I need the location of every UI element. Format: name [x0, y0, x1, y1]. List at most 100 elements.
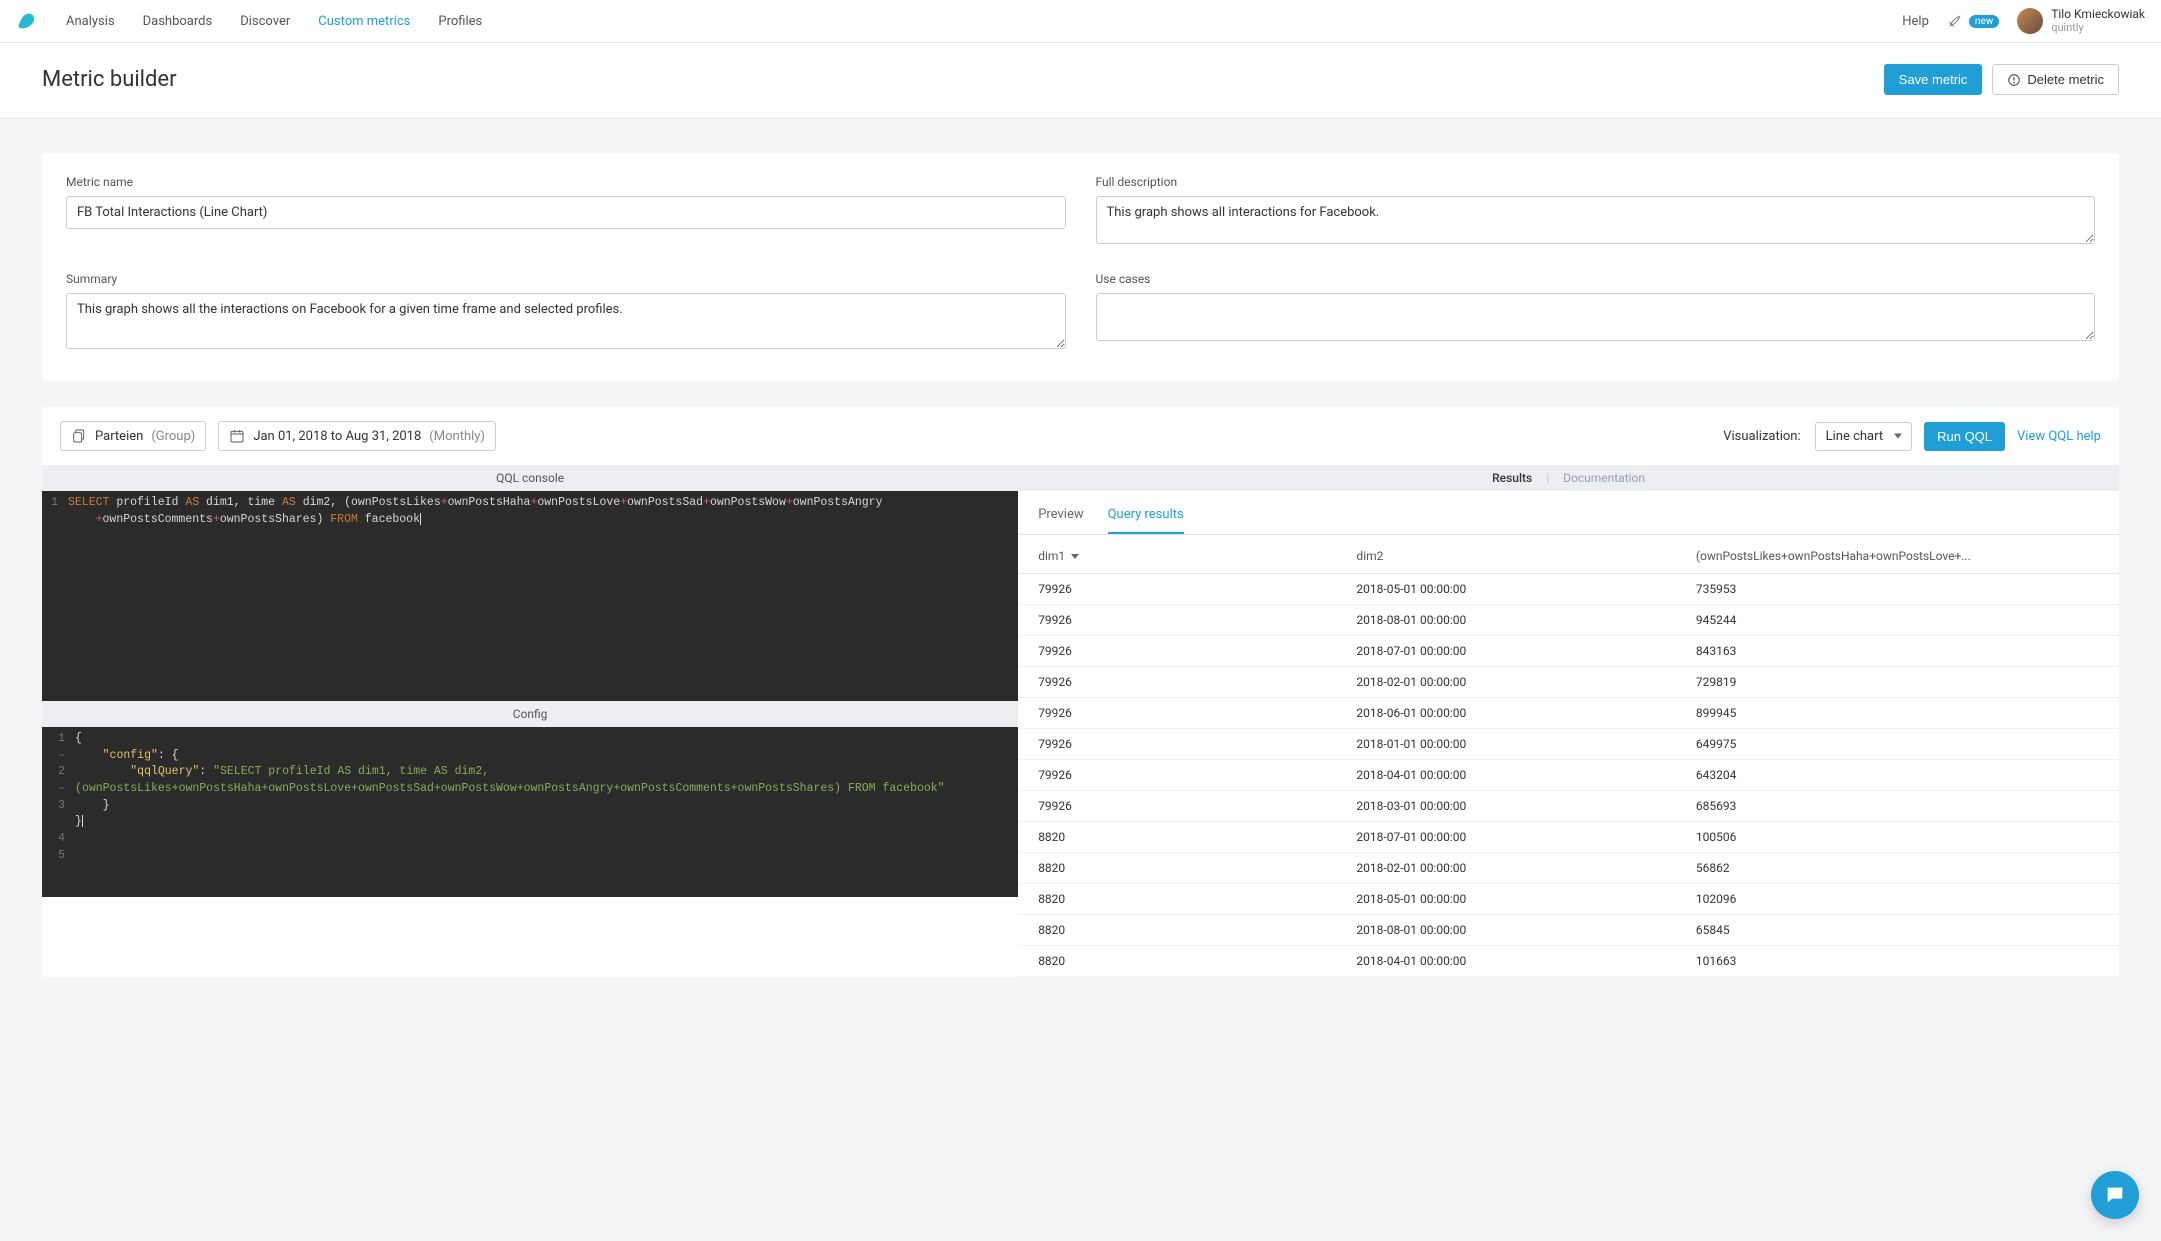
- tab-preview[interactable]: Preview: [1038, 501, 1083, 534]
- table-cell: 65845: [1696, 923, 2099, 937]
- qql-editor[interactable]: 1 SELECT profileId AS dim1, time AS dim2…: [42, 491, 1018, 701]
- nav-link-dashboards[interactable]: Dashboards: [143, 14, 213, 29]
- table-cell: 8820: [1038, 923, 1356, 937]
- delete-metric-button[interactable]: Delete metric: [1992, 64, 2119, 95]
- table-cell: 2018-01-01 00:00:00: [1356, 737, 1695, 751]
- summary-label: Summary: [66, 272, 1066, 286]
- date-range: Jan 01, 2018 to Aug 31, 2018: [253, 429, 421, 444]
- table-row: 799262018-08-01 00:00:00945244: [1018, 605, 2119, 636]
- page-title: Metric builder: [42, 67, 177, 92]
- nav-link-analysis[interactable]: Analysis: [66, 14, 115, 29]
- calendar-icon: [229, 428, 245, 444]
- table-cell: 899945: [1696, 706, 2099, 720]
- profile-group-chip[interactable]: Parteien (Group): [60, 421, 206, 451]
- nav-links: Analysis Dashboards Discover Custom metr…: [66, 14, 482, 29]
- run-qql-button[interactable]: Run QQL: [1924, 422, 2005, 451]
- config-header: Config: [42, 701, 1018, 727]
- col-dim1[interactable]: dim1: [1038, 549, 1356, 563]
- usecases-label: Use cases: [1096, 272, 2096, 286]
- table-row: 88202018-04-01 00:00:00101663: [1018, 946, 2119, 977]
- new-badge: new: [1969, 15, 1999, 28]
- col-dim2[interactable]: dim2: [1356, 549, 1695, 563]
- table-row: 799262018-04-01 00:00:00643204: [1018, 760, 2119, 791]
- date-interval: (Monthly): [429, 429, 485, 444]
- table-row: 799262018-07-01 00:00:00843163: [1018, 636, 2119, 667]
- table-row: 88202018-05-01 00:00:00102096: [1018, 884, 2119, 915]
- table-cell: 2018-08-01 00:00:00: [1356, 923, 1695, 937]
- table-cell: 79926: [1038, 644, 1356, 658]
- description-input[interactable]: This graph shows all interactions for Fa…: [1096, 196, 2096, 244]
- qql-console-header: QQL console: [42, 465, 1018, 491]
- table-cell: 79926: [1038, 613, 1356, 627]
- tab-query-results[interactable]: Query results: [1108, 501, 1184, 534]
- table-cell: 2018-08-01 00:00:00: [1356, 613, 1695, 627]
- table-cell: 2018-07-01 00:00:00: [1356, 644, 1695, 658]
- table-cell: 8820: [1038, 954, 1356, 968]
- user-info: Tilo Kmieckowiak quintly: [2051, 8, 2145, 33]
- table-cell: 735953: [1696, 582, 2099, 596]
- table-cell: 685693: [1696, 799, 2099, 813]
- usecases-input[interactable]: [1096, 293, 2096, 341]
- description-label: Full description: [1096, 175, 2096, 189]
- table-row: 799262018-01-01 00:00:00649975: [1018, 729, 2119, 760]
- config-editor[interactable]: 1 –2 –345 { "config": { "qqlQuery": "SEL…: [42, 727, 1018, 897]
- documentation-header-label[interactable]: Documentation: [1563, 471, 1645, 485]
- user-name: Tilo Kmieckowiak: [2051, 8, 2145, 21]
- table-cell: 2018-05-01 00:00:00: [1356, 582, 1695, 596]
- table-cell: 2018-05-01 00:00:00: [1356, 892, 1695, 906]
- chat-fab[interactable]: [2091, 1171, 2139, 1219]
- table-cell: 643204: [1696, 768, 2099, 782]
- visualization-value: Line chart: [1826, 429, 1883, 444]
- help-link[interactable]: Help: [1902, 14, 1929, 29]
- table-cell: 8820: [1038, 892, 1356, 906]
- rocket-icon: [1947, 13, 1963, 29]
- col-value[interactable]: (ownPostsLikes+ownPostsHaha+ownPostsLove…: [1696, 549, 2099, 563]
- table-cell: 100506: [1696, 830, 2099, 844]
- nav-link-discover[interactable]: Discover: [240, 14, 290, 29]
- table-cell: 843163: [1696, 644, 2099, 658]
- nav-right: Help new Tilo Kmieckowiak quintly: [1902, 8, 2145, 34]
- table-cell: 79926: [1038, 675, 1356, 689]
- results-header-label: Results: [1492, 471, 1532, 485]
- page-header: Metric builder Save metric Delete metric: [0, 43, 2161, 119]
- metric-name-label: Metric name: [66, 175, 1066, 189]
- chat-icon: [2104, 1184, 2126, 1206]
- avatar: [2017, 8, 2043, 34]
- table-cell: 8820: [1038, 861, 1356, 875]
- user-org: quintly: [2051, 22, 2145, 34]
- table-cell: 79926: [1038, 706, 1356, 720]
- table-row: 88202018-08-01 00:00:0065845: [1018, 915, 2119, 946]
- table-cell: 8820: [1038, 830, 1356, 844]
- table-cell: 2018-07-01 00:00:00: [1356, 830, 1695, 844]
- table-cell: 102096: [1696, 892, 2099, 906]
- table-cell: 79926: [1038, 737, 1356, 751]
- table-cell: 2018-03-01 00:00:00: [1356, 799, 1695, 813]
- table-cell: 2018-04-01 00:00:00: [1356, 768, 1695, 782]
- visualization-select[interactable]: Line chart: [1815, 422, 1912, 451]
- table-cell: 2018-06-01 00:00:00: [1356, 706, 1695, 720]
- metric-name-input[interactable]: [66, 196, 1066, 229]
- nav-link-profiles[interactable]: Profiles: [438, 14, 482, 29]
- table-cell: 945244: [1696, 613, 2099, 627]
- results-header: Results | Documentation: [1018, 465, 2119, 491]
- table-cell: 649975: [1696, 737, 2099, 751]
- table-cell: 729819: [1696, 675, 2099, 689]
- summary-input[interactable]: This graph shows all the interactions on…: [66, 293, 1066, 349]
- date-range-chip[interactable]: Jan 01, 2018 to Aug 31, 2018 (Monthly): [218, 421, 496, 451]
- visualization-label: Visualization:: [1723, 429, 1800, 444]
- left-code-column: 1 SELECT profileId AS dim1, time AS dim2…: [42, 491, 1018, 977]
- user-menu[interactable]: Tilo Kmieckowiak quintly: [2017, 8, 2145, 34]
- save-metric-button[interactable]: Save metric: [1884, 64, 1983, 95]
- whats-new[interactable]: new: [1947, 13, 1999, 29]
- results-header-divider: |: [1546, 471, 1549, 485]
- table-row: 88202018-07-01 00:00:00100506: [1018, 822, 2119, 853]
- table-cell: 56862: [1696, 861, 2099, 875]
- results-table: dim1 dim2 (ownPostsLikes+ownPostsHaha+ow…: [1018, 535, 2119, 977]
- table-row: 88202018-02-01 00:00:0056862: [1018, 853, 2119, 884]
- table-cell: 79926: [1038, 768, 1356, 782]
- group-name: Parteien: [95, 429, 143, 444]
- table-cell: 2018-04-01 00:00:00: [1356, 954, 1695, 968]
- table-row: 799262018-06-01 00:00:00899945: [1018, 698, 2119, 729]
- view-qql-help-link[interactable]: View QQL help: [2017, 429, 2101, 444]
- nav-link-custom-metrics[interactable]: Custom metrics: [318, 14, 410, 29]
